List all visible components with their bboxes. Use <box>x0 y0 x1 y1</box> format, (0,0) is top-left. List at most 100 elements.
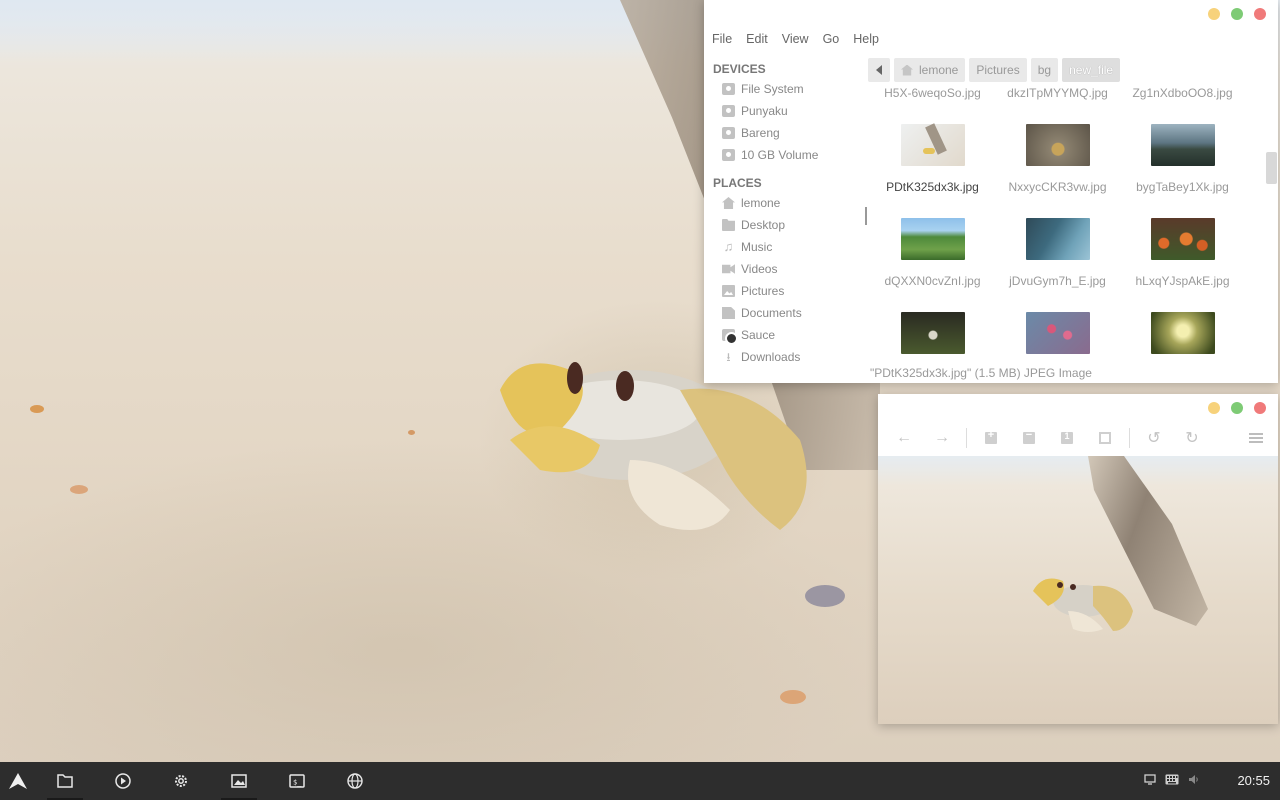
close-button[interactable] <box>1254 8 1266 20</box>
taskbar: $_ 20:55 <box>0 762 1280 800</box>
menu-edit[interactable]: Edit <box>746 32 768 46</box>
fit-window-icon[interactable] <box>1091 424 1119 452</box>
menu-bar: File Edit View Go Help <box>704 26 1278 52</box>
menu-icon[interactable] <box>1242 424 1270 452</box>
menu-help[interactable]: Help <box>853 32 879 46</box>
drive-icon <box>722 83 735 95</box>
zoom-out-icon[interactable] <box>1015 424 1043 452</box>
scrollbar[interactable] <box>1266 152 1277 184</box>
files-icon[interactable] <box>47 762 83 800</box>
wallpaper-pebble <box>30 405 44 413</box>
file-item[interactable]: dQXXN0cvZnI.jpg <box>870 218 995 288</box>
forward-icon[interactable]: → <box>928 424 956 452</box>
file-item[interactable] <box>1120 312 1245 364</box>
maximize-button[interactable] <box>1231 8 1243 20</box>
zoom-in-icon[interactable] <box>977 424 1005 452</box>
browser-icon[interactable] <box>337 762 373 800</box>
sidebar-item-videos[interactable]: Videos <box>704 258 864 280</box>
file-name: hLxqYJspAkE.jpg <box>1135 274 1230 288</box>
sidebar-item-lemone[interactable]: lemone <box>704 192 864 214</box>
breadcrumb-new-file[interactable]: new_file <box>1062 58 1121 82</box>
breadcrumb-pictures[interactable]: Pictures <box>969 58 1027 82</box>
zoom-normal-icon[interactable] <box>1053 424 1081 452</box>
file-item[interactable]: NxxycCKR3vw.jpg <box>995 124 1120 194</box>
home-icon <box>901 64 913 76</box>
sidebar-item-sauce[interactable]: Sauce <box>704 324 864 346</box>
file-name[interactable]: dkzITpMYYMQ.jpg <box>995 88 1120 100</box>
viewer-image[interactable] <box>878 456 1278 724</box>
file-item[interactable]: PDtK325dx3k.jpg <box>870 123 995 194</box>
sidebar-item-pictures[interactable]: Pictures <box>704 280 864 302</box>
wallpaper-pebble <box>805 585 845 607</box>
keyboard-icon[interactable] <box>1165 774 1179 788</box>
devices-heading: DEVICES <box>713 62 766 76</box>
sidebar-item-punyaku[interactable]: Punyaku <box>704 100 864 122</box>
minimize-button[interactable] <box>1208 402 1220 414</box>
file-item[interactable]: jDvuGym7h_E.jpg <box>995 218 1120 288</box>
back-icon[interactable]: ← <box>890 424 918 452</box>
sidebar-item-label: Downloads <box>741 350 801 364</box>
status-bar: "PDtK325dx3k.jpg" (1.5 MB) JPEG Image <box>870 366 1092 380</box>
rotate-right-icon[interactable]: ↻ <box>1178 424 1206 452</box>
breadcrumb-lemone[interactable]: lemone <box>894 58 966 82</box>
display-icon[interactable] <box>1144 774 1156 788</box>
path-back-button[interactable] <box>868 58 890 82</box>
drive-icon <box>722 329 738 345</box>
file-name: bygTaBey1Xk.jpg <box>1136 180 1229 194</box>
file-item[interactable]: bygTaBey1Xk.jpg <box>1120 124 1245 194</box>
file-thumbnail <box>900 312 965 354</box>
wallpaper-pebble <box>408 430 415 435</box>
sidebar-item-label: 10 GB Volume <box>741 148 819 162</box>
file-item[interactable] <box>870 312 995 364</box>
launcher-icon[interactable] <box>0 762 36 800</box>
sidebar-item-desktop[interactable]: Desktop <box>704 214 864 236</box>
media-player-icon[interactable] <box>105 762 141 800</box>
terminal-icon[interactable]: $_ <box>279 762 315 800</box>
places-heading: PLACES <box>713 176 762 190</box>
folder-icon <box>722 219 735 231</box>
settings-icon[interactable] <box>163 762 199 800</box>
sidebar-item-bareng[interactable]: Bareng <box>704 122 864 144</box>
clock[interactable]: 20:55 <box>1237 762 1270 800</box>
image-viewer-titlebar[interactable] <box>878 394 1278 420</box>
image-viewer-icon[interactable] <box>221 762 257 800</box>
sidebar-item-label: Documents <box>741 306 802 320</box>
video-icon <box>722 264 735 274</box>
file-item[interactable]: hLxqYJspAkE.jpg <box>1120 218 1245 288</box>
sidebar-item-music[interactable]: ♫ Music <box>704 236 864 258</box>
pictures-icon <box>722 285 735 297</box>
breadcrumb-bg[interactable]: bg <box>1030 58 1059 82</box>
pane-resize-handle[interactable] <box>865 207 867 225</box>
image-viewer-window: ← → ↺ ↻ <box>878 394 1278 724</box>
svg-text:$_: $_ <box>293 779 302 787</box>
file-name[interactable]: H5X-6weqoSo.jpg <box>870 88 995 100</box>
system-tray <box>1144 762 1200 800</box>
file-name[interactable]: Zg1nXdboOO8.jpg <box>1120 88 1245 100</box>
image-crab <box>1033 578 1133 632</box>
sidebar-item-label: Sauce <box>741 328 776 342</box>
file-manager-titlebar[interactable] <box>704 0 1278 26</box>
sidebar-item-downloads[interactable]: ⭳ Downloads <box>704 346 864 368</box>
minimize-button[interactable] <box>1208 8 1220 20</box>
maximize-button[interactable] <box>1231 402 1243 414</box>
wallpaper-pebble <box>70 485 88 494</box>
sidebar-item-label: Music <box>741 240 773 254</box>
toolbar-separator <box>966 428 967 448</box>
file-thumbnail <box>1150 312 1215 354</box>
sidebar-item-file-system[interactable]: File System <box>704 78 864 100</box>
close-button[interactable] <box>1254 402 1266 414</box>
file-thumbnail <box>900 123 965 166</box>
breadcrumb: lemone Pictures bg new_file <box>868 58 1121 82</box>
file-item[interactable] <box>995 312 1120 364</box>
rotate-left-icon[interactable]: ↺ <box>1140 424 1168 452</box>
home-icon <box>722 197 735 209</box>
menu-go[interactable]: Go <box>823 32 840 46</box>
menu-file[interactable]: File <box>712 32 732 46</box>
sidebar-item-label: Desktop <box>741 218 786 232</box>
menu-view[interactable]: View <box>782 32 809 46</box>
toolbar-separator <box>1129 428 1130 448</box>
sidebar-item-10gb-volume[interactable]: 10 GB Volume <box>704 144 864 166</box>
file-grid: H5X-6weqoSo.jpg dkzITpMYYMQ.jpg Zg1nXdbo… <box>870 84 1264 364</box>
sidebar-item-documents[interactable]: Documents <box>704 302 864 324</box>
volume-icon[interactable] <box>1188 774 1200 788</box>
